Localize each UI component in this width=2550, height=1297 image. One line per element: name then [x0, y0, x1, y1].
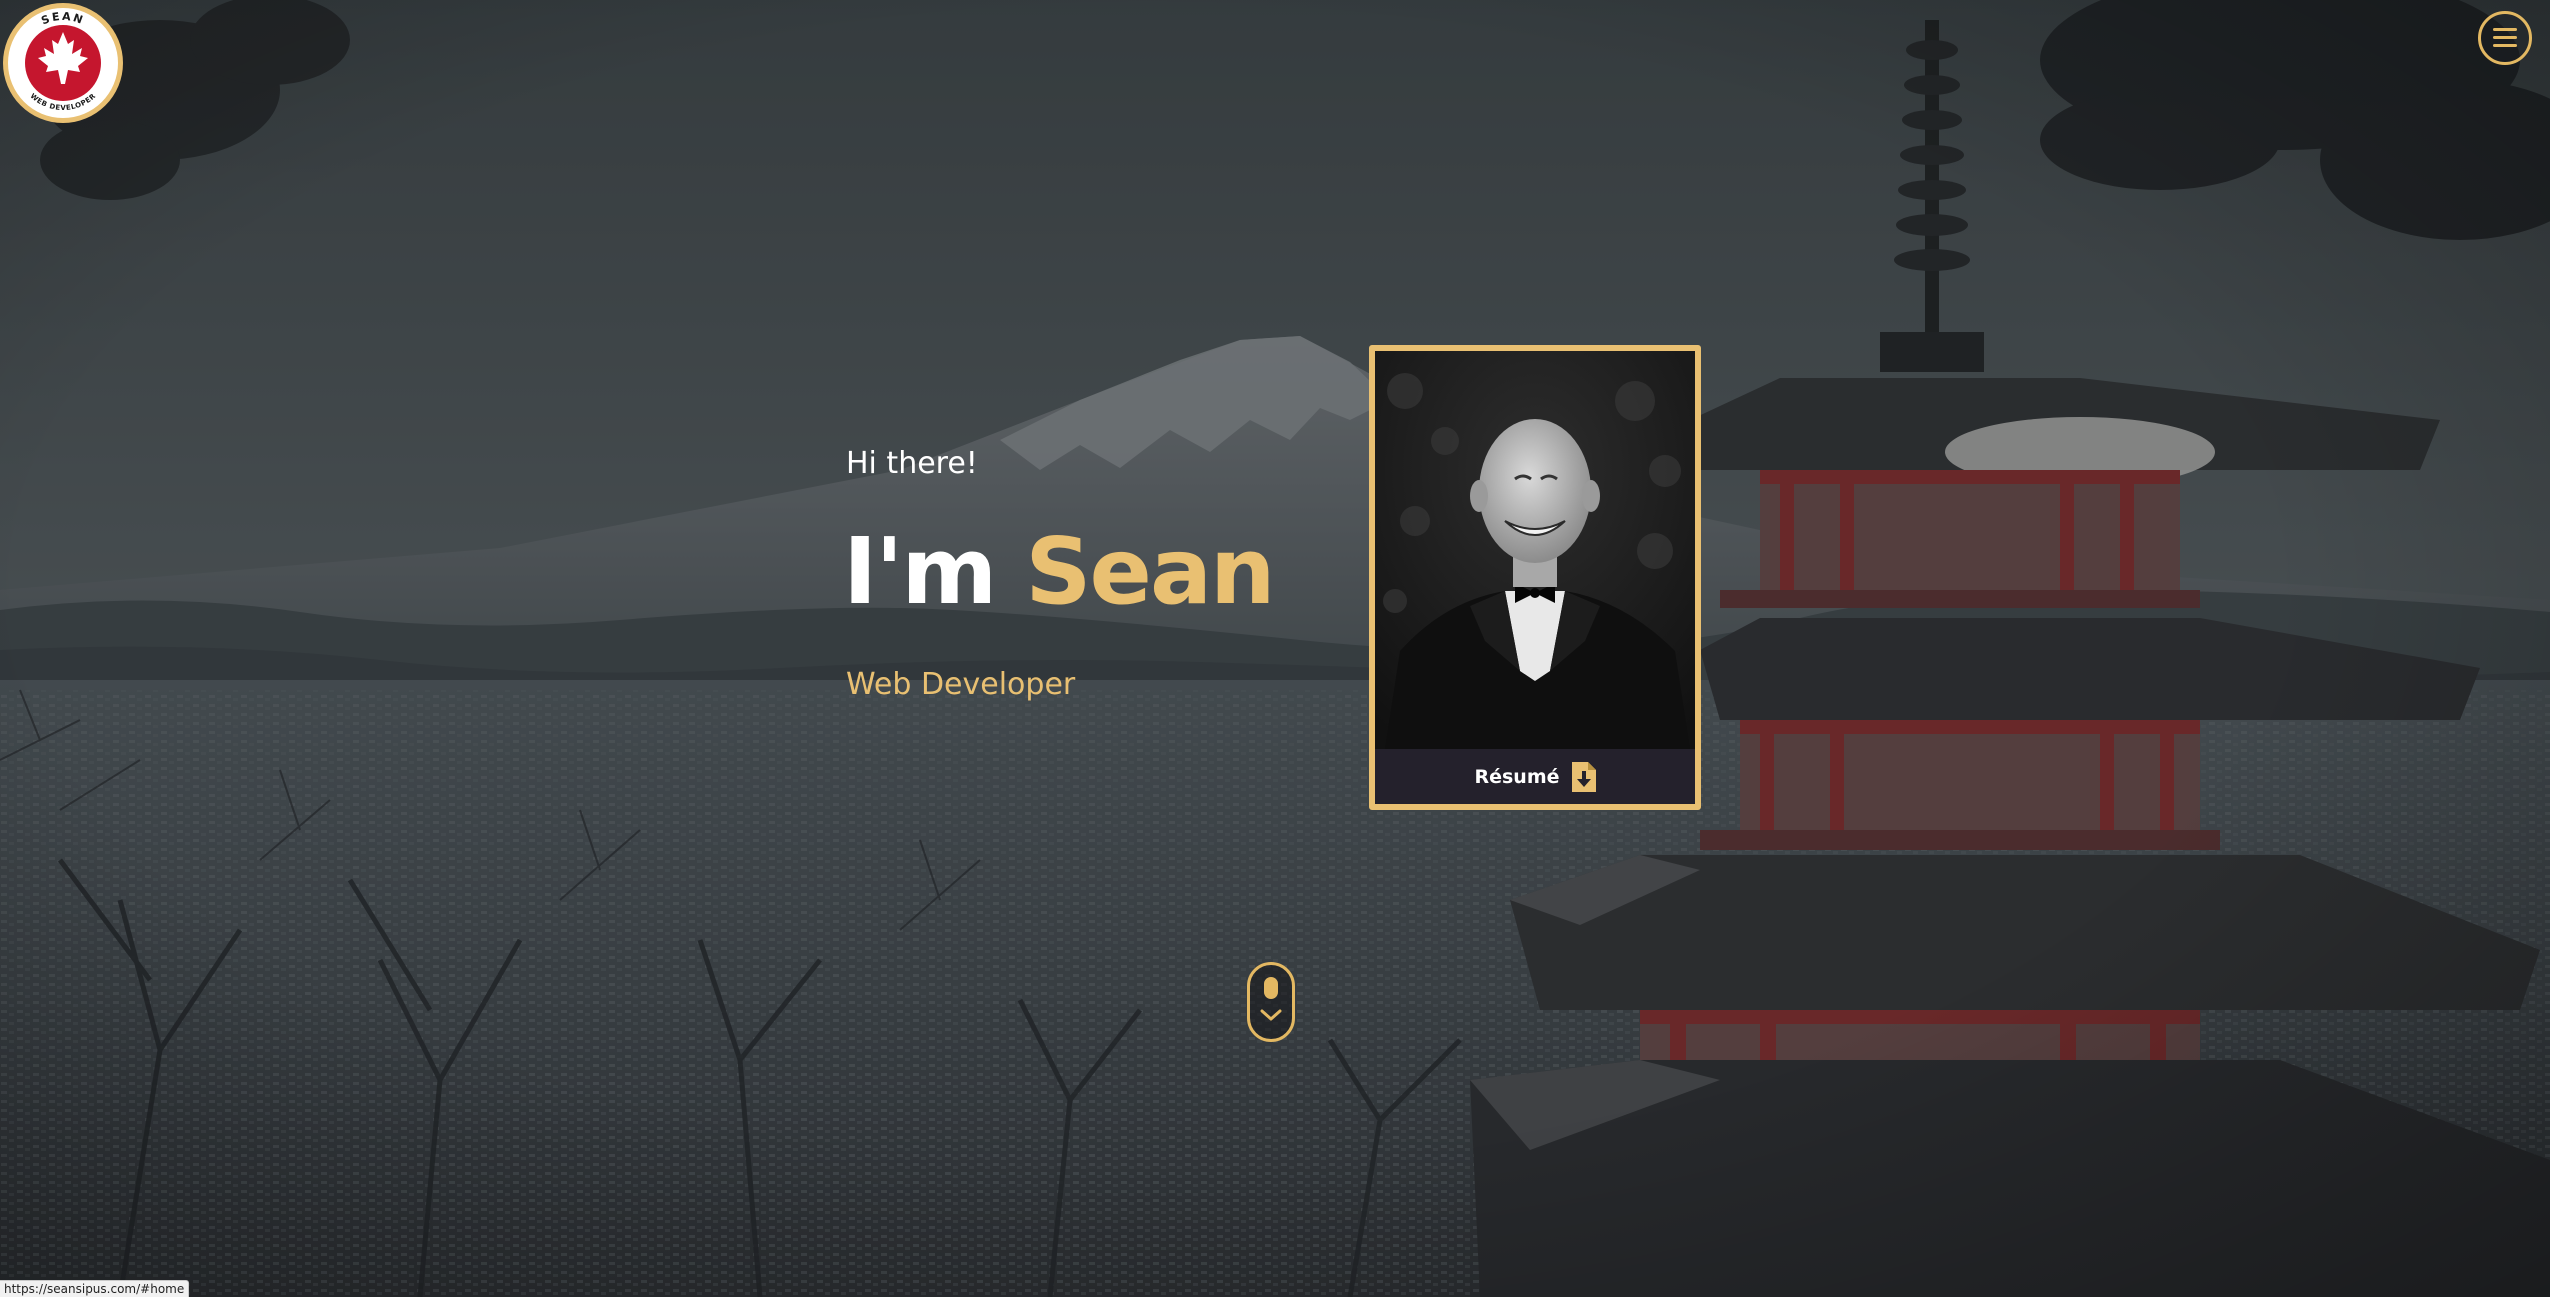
hero-subtitle: Web Developer — [846, 667, 1076, 702]
chevron-down-icon — [1260, 1009, 1282, 1021]
download-file-icon — [1571, 761, 1596, 792]
hero-background-image — [0, 0, 2550, 1297]
browser-status-url: https://seansipus.com/#home — [0, 1280, 190, 1297]
headline-name: Sean — [1025, 518, 1275, 625]
hero-greeting: Hi there! — [846, 446, 978, 481]
profile-photo — [1375, 351, 1695, 749]
mouse-scroll-icon — [1264, 977, 1278, 999]
hero-headline: I'm Sean — [843, 512, 1276, 632]
resume-download-button[interactable]: Résumé — [1375, 749, 1695, 804]
scroll-down-button[interactable] — [1247, 962, 1295, 1042]
hero-section: SEAN WEB DEVELOPER Hi there! I'm Sean We… — [0, 0, 2550, 1297]
profile-card: Résumé — [1369, 345, 1701, 810]
site-logo[interactable]: SEAN WEB DEVELOPER — [2, 2, 124, 124]
menu-button[interactable] — [2478, 11, 2532, 65]
headline-prefix: I'm — [843, 518, 997, 625]
resume-label: Résumé — [1474, 765, 1560, 788]
